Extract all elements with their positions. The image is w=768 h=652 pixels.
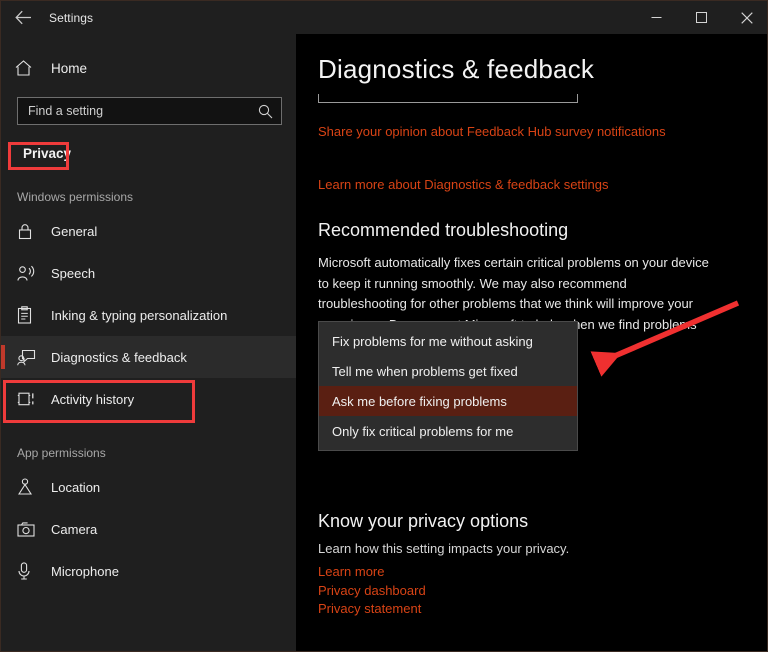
page-title: Diagnostics & feedback — [318, 54, 595, 84]
link-learn-more-settings[interactable]: Learn more about Diagnostics & feedback … — [318, 177, 767, 192]
main-content: Diagnostics & feedback Share your opinio… — [296, 34, 767, 651]
sidebar-item-label: Microphone — [51, 563, 119, 579]
maximize-icon — [696, 12, 707, 23]
sidebar-item-location[interactable]: Location — [1, 466, 296, 508]
sidebar-item-label: Speech — [51, 265, 96, 281]
sidebar-item-home[interactable]: Home — [1, 49, 296, 87]
title-underline-bracket — [318, 94, 578, 103]
sidebar: Home Privacy Windows permissions General — [1, 34, 296, 651]
link-feedback-hub-survey[interactable]: Share your opinion about Feedback Hub su… — [318, 124, 767, 139]
search-input[interactable] — [28, 104, 258, 118]
sidebar-item-label: Diagnostics & feedback — [51, 349, 187, 365]
dropdown-option[interactable]: Fix problems for me without asking — [319, 326, 577, 356]
microphone-icon — [17, 562, 41, 580]
search-icon — [258, 104, 273, 119]
sidebar-item-camera[interactable]: Camera — [1, 508, 296, 550]
link-learn-more[interactable]: Learn more — [318, 563, 426, 582]
privacy-links-group: Learn more Privacy dashboard Privacy sta… — [318, 563, 426, 619]
speech-person-icon — [17, 265, 41, 282]
link-privacy-statement[interactable]: Privacy statement — [318, 600, 426, 619]
privacy-options-subtitle: Learn how this setting impacts your priv… — [318, 541, 570, 556]
recommended-troubleshooting-heading: Recommended troubleshooting — [318, 220, 569, 240]
sidebar-item-label: Camera — [51, 521, 98, 537]
sidebar-item-microphone[interactable]: Microphone — [1, 550, 296, 592]
sidebar-category-privacy: Privacy — [23, 146, 72, 161]
close-icon — [740, 11, 753, 24]
privacy-options-heading: Know your privacy options — [318, 511, 529, 531]
sidebar-item-label: General — [51, 223, 98, 239]
sidebar-item-general[interactable]: General — [1, 210, 296, 252]
sidebar-item-activity-history[interactable]: Activity history — [1, 378, 296, 420]
home-icon — [15, 60, 41, 76]
link-privacy-dashboard[interactable]: Privacy dashboard — [318, 582, 426, 601]
sidebar-item-speech[interactable]: Speech — [1, 252, 296, 294]
sidebar-item-label: Activity history — [51, 391, 135, 407]
activity-history-icon — [17, 391, 41, 407]
minimize-button[interactable] — [634, 1, 679, 34]
dropdown-option[interactable]: Only fix critical problems for me — [319, 416, 577, 446]
sidebar-item-inking[interactable]: Inking & typing personalization — [1, 294, 296, 336]
title-bar-left: Settings — [1, 1, 634, 34]
back-arrow-icon — [14, 10, 32, 25]
sidebar-group-app-permissions: App permissions — [17, 446, 106, 460]
settings-window: Settings Home Find a setting Privacy Win… — [0, 0, 768, 652]
maximize-button[interactable] — [679, 1, 724, 34]
sidebar-item-label: Location — [51, 479, 101, 495]
window-title: Settings — [49, 10, 94, 25]
troubleshooting-dropdown-list[interactable]: Fix problems for me without asking Tell … — [318, 321, 578, 451]
search-box[interactable] — [17, 97, 282, 125]
camera-icon — [17, 521, 41, 537]
sidebar-home-label: Home — [51, 60, 88, 76]
sidebar-group-windows-permissions: Windows permissions — [17, 190, 134, 204]
window-controls — [634, 1, 767, 34]
minimize-icon — [651, 12, 662, 23]
back-button[interactable] — [1, 1, 45, 34]
dropdown-option[interactable]: Tell me when problems get fixed — [319, 356, 577, 386]
feedback-person-icon — [17, 349, 41, 366]
dropdown-option-selected[interactable]: Ask me before fixing problems — [319, 386, 577, 416]
title-bar: Settings — [1, 1, 767, 34]
sidebar-item-label: Inking & typing personalization — [51, 307, 228, 323]
lock-icon — [17, 223, 41, 240]
location-pin-icon — [17, 478, 41, 496]
close-button[interactable] — [724, 1, 767, 34]
sidebar-item-diagnostics-feedback[interactable]: Diagnostics & feedback — [1, 336, 296, 378]
clipboard-icon — [17, 306, 41, 324]
